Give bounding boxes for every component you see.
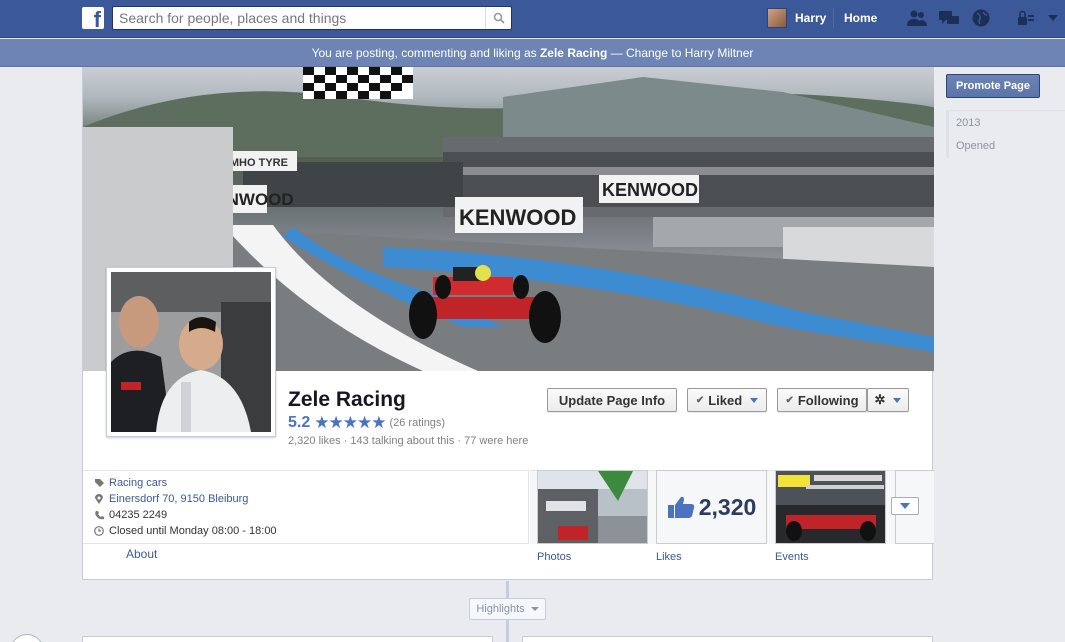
settings-chevron-down-icon[interactable] [1042, 8, 1064, 28]
search-button[interactable] [485, 7, 511, 29]
about-hours: Closed until Monday 08:00 - 18:00 [94, 525, 277, 537]
divider [83, 543, 529, 544]
rating-count[interactable]: (26 ratings) [389, 417, 445, 429]
highlights-dropdown[interactable]: Highlights [469, 598, 546, 620]
chevron-down-icon [893, 397, 902, 403]
chevron-down-icon [750, 397, 759, 403]
check-icon: ✔ [785, 394, 794, 406]
category-link[interactable]: Racing cars [109, 477, 167, 489]
posting-as-prefix: You are posting, commenting and liking a… [311, 46, 540, 60]
scrubber-line [946, 110, 949, 158]
page-stats: 2,320 likes · 143 talking about this · 7… [288, 435, 529, 447]
thumbs-up-icon [667, 496, 694, 518]
address-link[interactable]: Einersdorf 70, 9150 Bleiburg [109, 493, 248, 505]
opening-hours: Closed until Monday 08:00 - 18:00 [109, 525, 277, 537]
search-icon [493, 12, 505, 24]
highlights-label: Highlights [476, 603, 525, 615]
more-apps-button[interactable] [891, 497, 919, 515]
cover-banner-kenwood: KENWOOD [602, 180, 698, 200]
rating-value: 5.2 [288, 414, 311, 431]
scrubber-item-2013[interactable]: 2013 [956, 117, 980, 129]
page-header-card: KUMHO TYRE KENWOOD KENWOOD KENWOOD Zele … [82, 67, 934, 580]
events-tile-label[interactable]: Events [775, 551, 809, 563]
rating-stars-icon: ★★★★★ [314, 413, 386, 432]
notifications-globe-icon[interactable] [970, 8, 992, 28]
update-page-info-label: Update Page Info [558, 392, 666, 408]
likes-tile-label[interactable]: Likes [656, 551, 682, 563]
location-pin-icon [94, 494, 104, 504]
update-page-info-button[interactable]: Update Page Info [547, 388, 677, 412]
chevron-down-icon [900, 503, 910, 509]
page-settings-button[interactable]: ✲ [867, 388, 909, 412]
divider [946, 110, 1065, 111]
top-bar: f Harry Home [0, 0, 1065, 38]
following-label: Following [797, 392, 859, 408]
change-to-user-link[interactable]: — Change to Harry Miltner [607, 46, 754, 60]
timeline-post-right [522, 636, 933, 642]
promote-page-button[interactable]: Promote Page [946, 74, 1040, 98]
about-address: Einersdorf 70, 9150 Bleiburg [95, 493, 248, 505]
gear-icon: ✲ [874, 392, 886, 407]
timeline-post-left [82, 636, 493, 642]
home-link[interactable]: Home [844, 11, 877, 25]
phone-number: 04235 2249 [109, 509, 168, 521]
phone-icon [94, 510, 104, 520]
timeline-marker [10, 634, 44, 642]
clock-icon [94, 526, 104, 536]
friend-requests-icon[interactable] [906, 8, 928, 28]
scrubber-item-opened[interactable]: Opened [956, 140, 995, 152]
about-tab[interactable]: About [126, 547, 157, 561]
messages-icon[interactable] [938, 8, 960, 28]
search-input[interactable] [113, 7, 483, 29]
user-avatar[interactable] [767, 8, 787, 28]
profile-link[interactable]: Harry [795, 11, 826, 25]
likes-tile[interactable]: 2,320 [656, 470, 767, 544]
cover-banner-kenwood: KENWOOD [459, 205, 576, 230]
following-button[interactable]: ✔ Following [777, 388, 867, 412]
posting-as-bar: You are posting, commenting and liking a… [0, 39, 1065, 67]
posting-as-page: Zele Racing [539, 46, 608, 60]
privacy-lock-icon[interactable] [1015, 8, 1037, 28]
check-icon: ✔ [695, 394, 705, 406]
tag-icon [94, 478, 104, 488]
search-box [112, 6, 512, 30]
facebook-logo-icon[interactable]: f [82, 7, 104, 29]
divider [833, 8, 834, 28]
events-tile[interactable] [775, 470, 886, 544]
profile-picture[interactable] [106, 267, 276, 437]
rating-summary[interactable]: 5.2 ★★★★★ (26 ratings) [288, 413, 445, 433]
liked-label: Liked [708, 392, 743, 408]
chevron-down-icon [530, 607, 539, 611]
page-title[interactable]: Zele Racing [288, 388, 406, 412]
photos-tile[interactable] [537, 470, 648, 544]
photos-tile-label[interactable]: Photos [537, 551, 571, 563]
likes-count: 2,320 [698, 493, 757, 520]
about-section: Racing cars Einersdorf 70, 9150 Bleiburg… [83, 470, 529, 543]
about-phone: 04235 2249 [94, 509, 168, 521]
about-category: Racing cars [94, 477, 167, 489]
liked-button[interactable]: ✔ Liked [687, 388, 767, 412]
